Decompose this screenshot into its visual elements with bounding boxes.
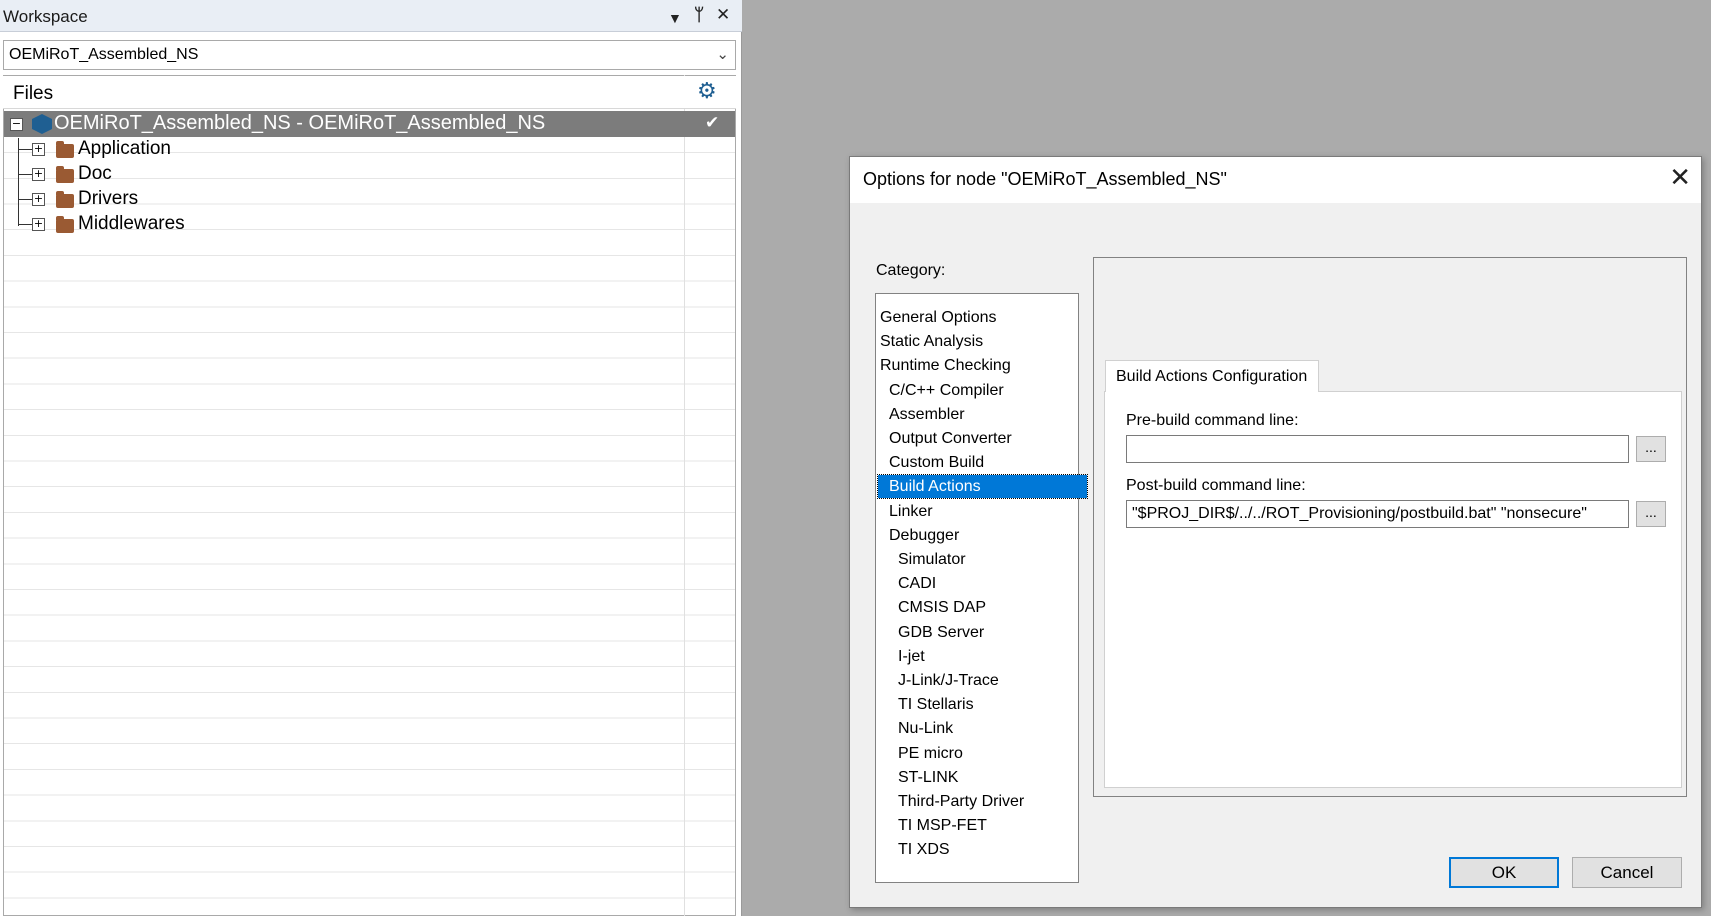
ok-button[interactable]: OK — [1449, 857, 1559, 888]
tree-item-drivers[interactable]: + Drivers — [4, 187, 735, 212]
chevron-down-icon[interactable]: ⌄ — [716, 45, 729, 63]
close-icon[interactable]: ✕ — [1669, 163, 1691, 193]
tree-root-label: OEMiRoT_Assembled_NS - OEMiRoT_Assembled… — [54, 112, 546, 134]
category-item[interactable]: C/C++ Compiler — [878, 379, 1087, 402]
tab-build-actions-configuration[interactable]: Build Actions Configuration — [1105, 360, 1319, 392]
tab-content: Pre-build command line: ... Post-build c… — [1104, 391, 1682, 788]
category-item[interactable]: Assembler — [878, 403, 1087, 426]
category-item[interactable]: PE micro — [878, 742, 1096, 765]
category-list[interactable]: General Options Static Analysis Runtime Ch… — [875, 293, 1088, 883]
files-header: Files ⚙ — [3, 76, 736, 109]
dialog-title: Options for node "OEMiRoT_Assembled_NS" — [863, 169, 1227, 189]
tree-root-project[interactable]: − OEMiRoT_Assembled_NS - OEMiRoT_Assembl… — [4, 111, 735, 137]
category-item[interactable]: ST-LINK — [878, 766, 1096, 789]
prebuild-browse-button[interactable]: ... — [1636, 436, 1666, 462]
category-item[interactable]: Linker — [878, 500, 1087, 523]
category-item[interactable]: Custom Build — [878, 451, 1087, 474]
close-icon[interactable]: ✕ — [716, 5, 730, 25]
configuration-select[interactable]: OEMiRoT_Assembled_NS ⌄ — [3, 40, 736, 70]
category-item[interactable]: GDB Server — [878, 621, 1096, 644]
category-item[interactable]: CMSIS DAP — [878, 596, 1096, 619]
configuration-value: OEMiRoT_Assembled_NS — [9, 46, 199, 63]
category-item[interactable]: Simulator — [878, 548, 1096, 571]
prebuild-input[interactable] — [1126, 435, 1629, 463]
options-dialog: Options for node "OEMiRoT_Assembled_NS" … — [849, 156, 1702, 908]
files-header-label: Files — [13, 83, 54, 104]
category-item[interactable]: Output Converter — [878, 427, 1087, 450]
tree-item-application[interactable]: + Application — [4, 137, 735, 162]
tree-item-label: Application — [78, 138, 171, 159]
tree-item-label: Drivers — [78, 188, 139, 209]
postbuild-input[interactable]: "$PROJ_DIR$/../../ROT_Provisioning/postb… — [1126, 500, 1629, 528]
dialog-titlebar: Options for node "OEMiRoT_Assembled_NS" … — [850, 157, 1701, 203]
tree-item-label: Doc — [78, 163, 112, 184]
prebuild-label: Pre-build command line: — [1126, 412, 1299, 429]
project-icon — [32, 114, 52, 134]
category-item[interactable]: Runtime Checking — [878, 354, 1078, 377]
pin-icon[interactable]: ᛘ — [694, 5, 704, 25]
category-item[interactable]: J-Link/J-Trace — [878, 669, 1096, 692]
tab-label: Build Actions Configuration — [1116, 368, 1308, 385]
category-item[interactable]: TI XDS — [878, 838, 1096, 861]
collapse-icon[interactable]: − — [10, 118, 23, 131]
expand-icon[interactable]: + — [32, 218, 45, 231]
tree-item-label: Middlewares — [78, 213, 185, 234]
checkmark-icon: ✔ — [705, 113, 720, 132]
postbuild-label: Post-build command line: — [1126, 477, 1306, 494]
category-item[interactable]: Static Analysis — [878, 330, 1078, 353]
expand-icon[interactable]: + — [32, 193, 45, 206]
category-item[interactable]: TI Stellaris — [878, 693, 1096, 716]
category-label: Category: — [876, 262, 946, 279]
workspace-titlebar: Workspace ▼ ᛘ ✕ — [0, 0, 742, 32]
expand-icon[interactable]: + — [32, 143, 45, 156]
category-item[interactable]: Third-Party Driver — [878, 790, 1096, 813]
workspace-title: Workspace — [3, 7, 88, 26]
category-item[interactable]: Nu-Link — [878, 717, 1096, 740]
folder-icon — [56, 166, 74, 183]
category-item[interactable]: I-jet — [878, 645, 1096, 668]
gear-icon[interactable]: ⚙ — [697, 78, 717, 104]
category-item[interactable]: Build Actions — [877, 474, 1088, 500]
category-item[interactable]: Debugger — [878, 524, 1087, 547]
category-item[interactable]: General Options — [878, 306, 1078, 329]
category-item[interactable]: TI MSP-FET — [878, 814, 1096, 837]
tree-item-doc[interactable]: + Doc — [4, 162, 735, 187]
folder-icon — [56, 141, 74, 158]
dropdown-arrow-icon[interactable]: ▼ — [668, 8, 682, 28]
folder-icon — [56, 191, 74, 208]
cancel-button[interactable]: Cancel — [1572, 857, 1682, 888]
expand-icon[interactable]: + — [32, 168, 45, 181]
folder-icon — [56, 216, 74, 233]
category-item[interactable]: CADI — [878, 572, 1096, 595]
tree-item-middlewares[interactable]: + Middlewares — [4, 212, 735, 237]
postbuild-browse-button[interactable]: ... — [1636, 501, 1666, 527]
